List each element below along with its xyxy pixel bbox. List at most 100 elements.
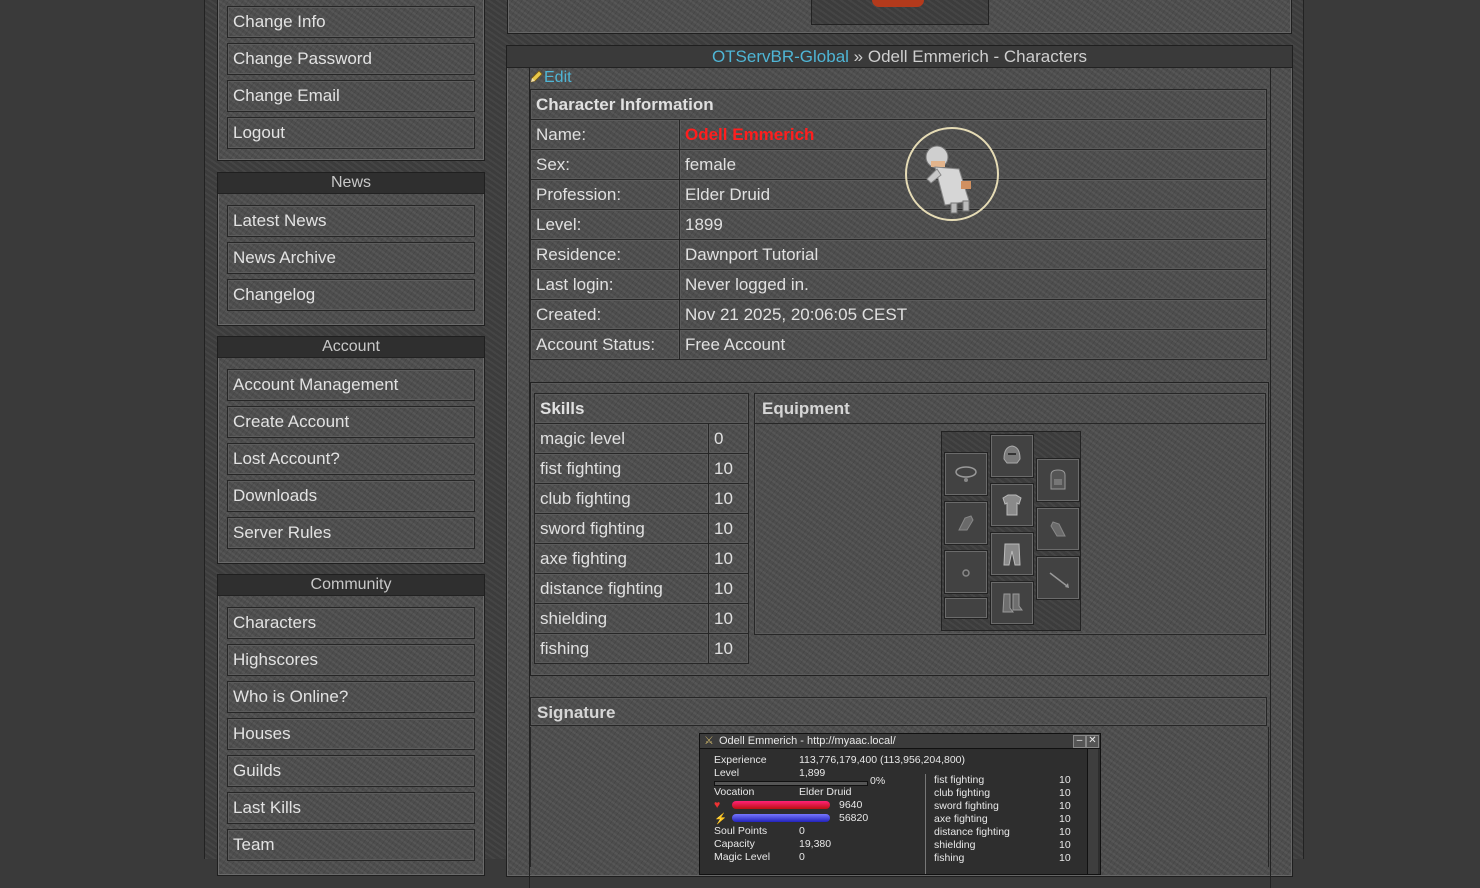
skill-row: fist fighting 10 — [534, 453, 749, 484]
skills-table: Skills magic level 0 fist fighting 10 club… — [534, 393, 749, 664]
community-menu-title: Community — [218, 575, 484, 596]
breadcrumb: OTServBR-Global » Odell Emmerich - Chara… — [507, 46, 1292, 68]
sig-skill-value: 10 — [1059, 774, 1071, 786]
signature-header: Signature — [530, 697, 1267, 726]
sig-skill-name: sword fighting — [934, 800, 999, 812]
char-row-name: Name: Odell Emmerich — [530, 119, 1267, 150]
char-row-account-status: Account Status: Free Account — [530, 329, 1267, 360]
sig-skill-value: 10 — [1059, 800, 1071, 812]
legs-slot — [990, 532, 1034, 576]
minimize-icon: – — [1073, 735, 1086, 748]
menu-guilds[interactable]: Guilds — [227, 755, 475, 787]
outfit-sprite-icon — [925, 145, 971, 214]
menu-change-password[interactable]: Change Password — [227, 43, 475, 75]
server-logo — [811, 0, 989, 25]
skill-value: 10 — [708, 543, 749, 574]
char-value: Dawnport Tutorial — [679, 239, 1267, 270]
sig-skill-name: club fighting — [934, 787, 991, 799]
menu-team[interactable]: Team — [227, 829, 475, 861]
skill-value: 0 — [708, 423, 749, 454]
skill-value: 10 — [708, 513, 749, 544]
helmet-slot — [990, 434, 1034, 478]
top-banner-box — [507, 0, 1292, 34]
menu-logout[interactable]: Logout — [227, 117, 475, 149]
character-outfit-avatar — [905, 127, 999, 221]
char-row-last-login: Last login: Never logged in. — [530, 269, 1267, 300]
sig-soul-value: 0 — [799, 825, 805, 837]
signature-image: ⚔ Odell Emmerich - http://myaac.local/ –… — [699, 733, 1101, 875]
breadcrumb-separator: » — [853, 47, 864, 66]
char-label: Last login: — [530, 269, 680, 300]
backpack-slot — [1036, 458, 1080, 502]
menu-news-archive[interactable]: News Archive — [227, 242, 475, 274]
menu-change-email[interactable]: Change Email — [227, 80, 475, 112]
sig-skill-name: fishing — [934, 852, 965, 864]
menu-lost-account[interactable]: Lost Account? — [227, 443, 475, 475]
swords-icon: ⚔ — [704, 735, 714, 747]
account-menu-box: Change Info Change Password Change Email… — [217, 0, 485, 161]
sig-experience-label: Experience — [714, 754, 767, 766]
logo-emblem-icon — [872, 0, 924, 7]
sig-divider — [925, 774, 926, 874]
skill-name: sword fighting — [534, 513, 709, 544]
amulet-icon — [955, 466, 977, 482]
skill-row: axe fighting 10 — [534, 543, 749, 574]
menu-latest-news[interactable]: Latest News — [227, 205, 475, 237]
ammo-slot — [1036, 556, 1080, 600]
sig-magic-label: Magic Level — [714, 851, 771, 863]
menu-change-info[interactable]: Change Info — [227, 6, 475, 38]
account-menu-title: Account — [218, 337, 484, 358]
menu-last-kills[interactable]: Last Kills — [227, 792, 475, 824]
breadcrumb-page-title: Odell Emmerich - Characters — [867, 47, 1088, 66]
sig-magic-value: 0 — [799, 851, 805, 863]
skill-value: 10 — [708, 633, 749, 664]
signature-title-bar: ⚔ Odell Emmerich - http://myaac.local/ –… — [700, 734, 1100, 749]
menu-changelog[interactable]: Changelog — [227, 279, 475, 311]
backpack-icon — [1050, 469, 1066, 490]
boots-icon — [1002, 593, 1023, 613]
ring-slot — [944, 550, 988, 594]
sig-skill-name: axe fighting — [934, 813, 988, 825]
pencil-icon — [530, 70, 543, 83]
edit-label: Edit — [544, 69, 572, 86]
sig-skill-value: 10 — [1059, 852, 1071, 864]
skill-row: shielding 10 — [534, 603, 749, 634]
heart-icon: ♥ — [714, 799, 721, 811]
sig-mana-value: 56820 — [839, 812, 869, 824]
menu-server-rules[interactable]: Server Rules — [227, 517, 475, 549]
menu-highscores[interactable]: Highscores — [227, 644, 475, 676]
equipment-panel: Equipment — [754, 393, 1266, 635]
breadcrumb-server-link[interactable]: OTServBR-Global — [712, 47, 849, 66]
sig-capacity-value: 19,380 — [799, 838, 832, 850]
menu-who-is-online[interactable]: Who is Online? — [227, 681, 475, 713]
menu-create-account[interactable]: Create Account — [227, 406, 475, 438]
char-row-residence: Residence: Dawnport Tutorial — [530, 239, 1267, 270]
sig-skill-value: 10 — [1059, 826, 1071, 838]
menu-houses[interactable]: Houses — [227, 718, 475, 750]
menu-downloads[interactable]: Downloads — [227, 480, 475, 512]
char-label: Level: — [530, 209, 680, 240]
left-hand-slot — [944, 501, 988, 545]
sig-mana-bar — [732, 814, 830, 822]
menu-account-management[interactable]: Account Management — [227, 369, 475, 401]
sig-level-percent: 0% — [870, 775, 886, 787]
char-label: Name: — [530, 119, 680, 150]
account-section-box: Account Account Management Create Accoun… — [217, 336, 485, 564]
skill-name: shielding — [534, 603, 709, 634]
close-icon: ✕ — [1086, 735, 1099, 748]
sig-level-label: Level — [714, 767, 740, 779]
sig-health-bar — [732, 801, 830, 809]
skill-name: fishing — [534, 633, 709, 664]
char-label: Residence: — [530, 239, 680, 270]
community-menu-box: Community Characters Highscores Who is O… — [217, 574, 485, 876]
skill-value: 10 — [708, 483, 749, 514]
menu-characters[interactable]: Characters — [227, 607, 475, 639]
char-row-level: Level: 1899 — [530, 209, 1267, 240]
edit-link[interactable]: Edit — [530, 69, 572, 87]
armor-icon — [1002, 494, 1022, 516]
sig-level-value: 1,899 — [799, 767, 826, 779]
char-value: Never logged in. — [679, 269, 1267, 300]
sig-skill-value: 10 — [1059, 813, 1071, 825]
extra-slot — [944, 597, 988, 619]
amulet-slot — [944, 452, 988, 496]
